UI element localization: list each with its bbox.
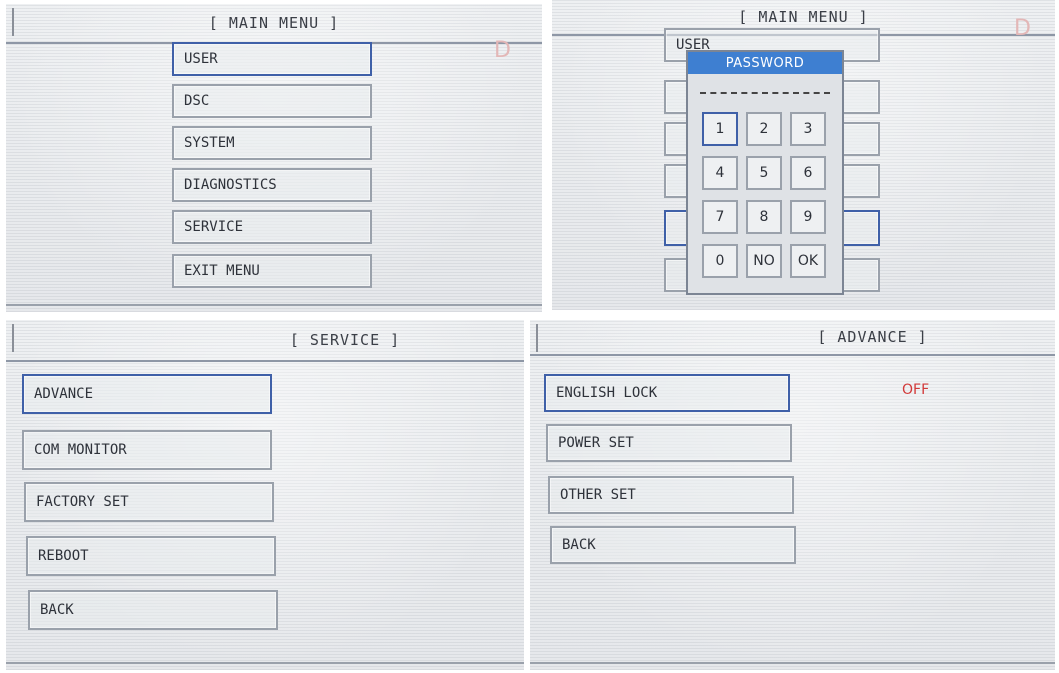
header-bracket-decoration: [12, 324, 14, 352]
menu-item-back[interactable]: BACK: [28, 590, 278, 630]
password-panel-title: [ MAIN MENU ]: [738, 8, 869, 26]
menu-item-dsc[interactable]: DSC: [172, 84, 372, 118]
key-7[interactable]: 7: [702, 200, 738, 234]
key-ok[interactable]: OK: [790, 244, 826, 278]
menu-item-other-set[interactable]: OTHER SET: [548, 476, 794, 514]
menu-item-reboot[interactable]: REBOOT: [26, 536, 276, 576]
panel-bottom-border: [6, 304, 542, 306]
key-0[interactable]: 0: [702, 244, 738, 278]
advance-panel: [ ADVANCE ] ENGLISH LOCK OFF POWER SET O…: [530, 320, 1055, 670]
key-6[interactable]: 6: [790, 156, 826, 190]
password-dialog-title: PASSWORD: [688, 52, 842, 74]
key-3[interactable]: 3: [790, 112, 826, 146]
service-title: [ SERVICE ]: [289, 331, 401, 349]
password-dialog: PASSWORD 1 2 3 4 5 6 7 8 9 0 NO OK: [686, 50, 844, 295]
corner-mark: D: [494, 38, 511, 63]
english-lock-status-value: OFF: [902, 382, 930, 398]
menu-item-user[interactable]: USER: [172, 42, 372, 76]
key-8[interactable]: 8: [746, 200, 782, 234]
menu-item-com-monitor[interactable]: COM MONITOR: [22, 430, 272, 470]
panel-bottom-border: [530, 662, 1055, 664]
advance-title: [ ADVANCE ]: [817, 328, 928, 346]
main-menu-header: [ MAIN MENU ]: [6, 4, 542, 44]
main-menu-title: [ MAIN MENU ]: [208, 14, 340, 32]
header-bracket-decoration: [12, 8, 14, 36]
menu-item-exit-menu[interactable]: EXIT MENU: [172, 254, 372, 288]
password-panel: [ MAIN MENU ] D USER PASSWORD 1 2 3 4 5 …: [552, 0, 1055, 310]
panel-bottom-border: [6, 662, 524, 664]
key-1[interactable]: 1: [702, 112, 738, 146]
key-5[interactable]: 5: [746, 156, 782, 190]
menu-item-english-lock[interactable]: ENGLISH LOCK: [544, 374, 790, 412]
menu-item-advance[interactable]: ADVANCE: [22, 374, 272, 414]
service-panel: [ SERVICE ] ADVANCE COM MONITOR FACTORY …: [6, 320, 524, 670]
menu-item-diagnostics[interactable]: DIAGNOSTICS: [172, 168, 372, 202]
advance-header: [ ADVANCE ]: [530, 320, 1055, 356]
main-menu-panel: [ MAIN MENU ] D USER DSC SYSTEM DIAGNOST…: [6, 4, 542, 312]
key-no[interactable]: NO: [746, 244, 782, 278]
menu-item-factory-set[interactable]: FACTORY SET: [24, 482, 274, 522]
service-header: [ SERVICE ]: [6, 320, 524, 362]
menu-item-service[interactable]: SERVICE: [172, 210, 372, 244]
header-bracket-decoration: [536, 324, 538, 352]
password-entry-field: [700, 92, 830, 94]
menu-item-back[interactable]: BACK: [550, 526, 796, 564]
key-9[interactable]: 9: [790, 200, 826, 234]
menu-item-power-set[interactable]: POWER SET: [546, 424, 792, 462]
key-4[interactable]: 4: [702, 156, 738, 190]
key-2[interactable]: 2: [746, 112, 782, 146]
menu-item-system[interactable]: SYSTEM: [172, 126, 372, 160]
corner-mark: D: [1014, 16, 1031, 41]
